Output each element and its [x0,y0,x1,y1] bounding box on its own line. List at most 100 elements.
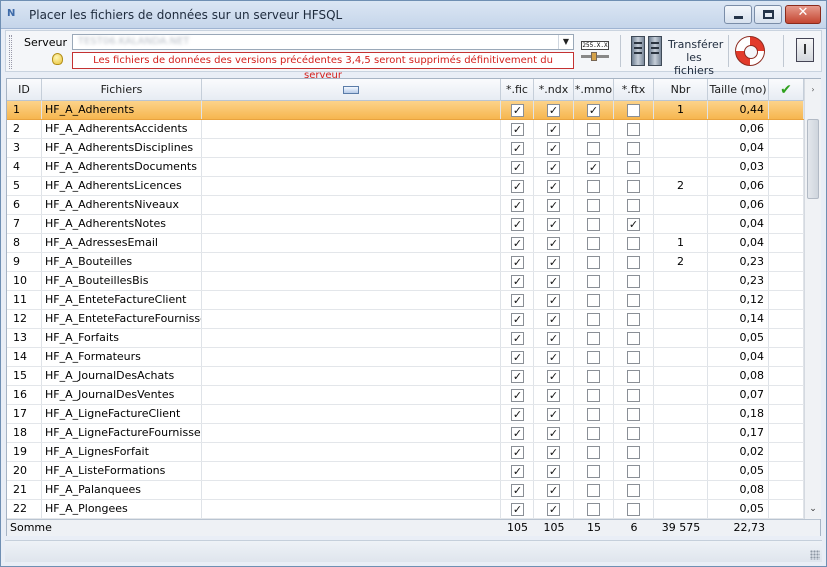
checkbox-fic[interactable]: ✓ [511,484,524,497]
table-row[interactable]: 16 HF_A_JournalDesVentes ✓ ✓ 0,07 [7,386,804,405]
checkbox-ndx[interactable]: ✓ [547,161,560,174]
table-row[interactable]: 9 HF_A_Bouteilles ✓ ✓ 2 0,23 [7,253,804,272]
checkbox-mmo[interactable] [587,370,600,383]
title-bar[interactable]: N Placer les fichiers de données sur un … [1,1,826,29]
checkbox-ftx[interactable] [627,294,640,307]
checkbox-ndx[interactable]: ✓ [547,484,560,497]
checkbox-mmo[interactable] [587,484,600,497]
checkbox-fic[interactable]: ✓ [511,446,524,459]
checkbox-ndx[interactable]: ✓ [547,256,560,269]
column-header-ftx[interactable]: *.ftx [614,79,654,101]
checkbox-ftx[interactable]: ✓ [627,218,640,231]
checkbox-ftx[interactable] [627,332,640,345]
resize-grip-icon[interactable] [810,550,820,560]
server-combo[interactable]: TEST06.KALANDA.NET ▼ [72,34,574,50]
checkbox-ndx[interactable]: ✓ [547,313,560,326]
table-row[interactable]: 8 HF_A_AdressesEmail ✓ ✓ 1 0,04 [7,234,804,253]
checkbox-mmo[interactable] [587,294,600,307]
chevron-down-icon[interactable]: ⌄ [805,499,821,519]
table-row[interactable]: 11 HF_A_EnteteFactureClient ✓ ✓ 0,12 [7,291,804,310]
column-header-name[interactable]: Fichiers [42,79,202,101]
table-row[interactable]: 2 HF_A_AdherentsAccidents ✓ ✓ 0,06 [7,120,804,139]
checkbox-fic[interactable]: ✓ [511,294,524,307]
checkbox-ndx[interactable]: ✓ [547,389,560,402]
checkbox-ftx[interactable] [627,123,640,136]
table-row[interactable]: 7 HF_A_AdherentsNotes ✓ ✓ ✓ 0,04 [7,215,804,234]
column-header-ndx[interactable]: *.ndx [534,79,574,101]
checkbox-ndx[interactable]: ✓ [547,237,560,250]
table-row[interactable]: 17 HF_A_LigneFactureClient ✓ ✓ 0,18 [7,405,804,424]
checkbox-mmo[interactable] [587,218,600,231]
checkbox-ftx[interactable] [627,256,640,269]
checkbox-mmo[interactable] [587,142,600,155]
files-table[interactable]: ID Fichiers *.fic *.ndx *.mmo *.ftx Nbr … [6,78,821,536]
table-row[interactable]: 19 HF_A_LignesForfait ✓ ✓ 0,02 [7,443,804,462]
checkbox-fic[interactable]: ✓ [511,313,524,326]
checkbox-mmo[interactable] [587,389,600,402]
checkbox-mmo[interactable] [587,123,600,136]
checkbox-ndx[interactable]: ✓ [547,465,560,478]
checkbox-ftx[interactable] [627,351,640,364]
checkbox-ftx[interactable] [627,104,640,117]
checkbox-ndx[interactable]: ✓ [547,294,560,307]
column-header-field[interactable] [202,79,501,101]
table-row[interactable]: 14 HF_A_Formateurs ✓ ✓ 0,04 [7,348,804,367]
checkbox-ftx[interactable] [627,446,640,459]
checkbox-fic[interactable]: ✓ [511,389,524,402]
checkbox-fic[interactable]: ✓ [511,275,524,288]
chevron-down-icon[interactable]: ▼ [558,35,573,49]
table-row[interactable]: 3 HF_A_AdherentsDisciplines ✓ ✓ 0,04 [7,139,804,158]
checkbox-ftx[interactable] [627,161,640,174]
table-row[interactable]: 21 HF_A_Palanquees ✓ ✓ 0,08 [7,481,804,500]
table-row[interactable]: 6 HF_A_AdherentsNiveaux ✓ ✓ 0,06 [7,196,804,215]
column-header-nbr[interactable]: Nbr [654,79,708,101]
checkbox-mmo[interactable] [587,408,600,421]
checkbox-ftx[interactable] [627,142,640,155]
checkbox-mmo[interactable] [587,199,600,212]
table-row[interactable]: 10 HF_A_BouteillesBis ✓ ✓ 0,23 [7,272,804,291]
checkbox-ndx[interactable]: ✓ [547,503,560,516]
checkbox-fic[interactable]: ✓ [511,142,524,155]
checkbox-fic[interactable]: ✓ [511,180,524,193]
column-header-ok[interactable]: ✔ [769,79,804,101]
checkbox-ftx[interactable] [627,275,640,288]
chevron-right-icon[interactable]: › [805,79,821,101]
checkbox-ndx[interactable]: ✓ [547,446,560,459]
checkbox-mmo[interactable]: ✓ [587,104,600,117]
checkbox-ftx[interactable] [627,427,640,440]
checkbox-fic[interactable]: ✓ [511,256,524,269]
checkbox-mmo[interactable] [587,351,600,364]
table-row[interactable]: 12 HF_A_EnteteFactureFournisseur ✓ ✓ 0,14 [7,310,804,329]
checkbox-mmo[interactable] [587,275,600,288]
checkbox-ndx[interactable]: ✓ [547,408,560,421]
maximize-button[interactable] [754,5,782,24]
checkbox-fic[interactable]: ✓ [511,332,524,345]
column-header-size[interactable]: Taille (mo) [708,79,769,101]
checkbox-ftx[interactable] [627,180,640,193]
checkbox-mmo[interactable] [587,237,600,250]
checkbox-fic[interactable]: ✓ [511,104,524,117]
checkbox-fic[interactable]: ✓ [511,351,524,364]
transfer-files-button[interactable]: Transférer les fichiers [628,33,724,77]
checkbox-ndx[interactable]: ✓ [547,427,560,440]
checkbox-ndx[interactable]: ✓ [547,332,560,345]
checkbox-ndx[interactable]: ✓ [547,199,560,212]
exit-button[interactable] [792,33,818,69]
checkbox-ftx[interactable] [627,389,640,402]
checkbox-fic[interactable]: ✓ [511,199,524,212]
checkbox-ndx[interactable]: ✓ [547,123,560,136]
checkbox-ftx[interactable] [627,484,640,497]
toolbar-grip[interactable] [9,35,12,69]
table-row[interactable]: 22 HF_A_Plongees ✓ ✓ 0,05 [7,500,804,519]
vertical-scrollbar[interactable]: › ⌄ [804,79,821,519]
checkbox-ftx[interactable] [627,465,640,478]
checkbox-fic[interactable]: ✓ [511,218,524,231]
checkbox-fic[interactable]: ✓ [511,161,524,174]
checkbox-ftx[interactable] [627,199,640,212]
checkbox-ftx[interactable] [627,503,640,516]
table-row[interactable]: 13 HF_A_Forfaits ✓ ✓ 0,05 [7,329,804,348]
checkbox-mmo[interactable] [587,503,600,516]
checkbox-mmo[interactable] [587,180,600,193]
checkbox-fic[interactable]: ✓ [511,465,524,478]
checkbox-ndx[interactable]: ✓ [547,180,560,193]
